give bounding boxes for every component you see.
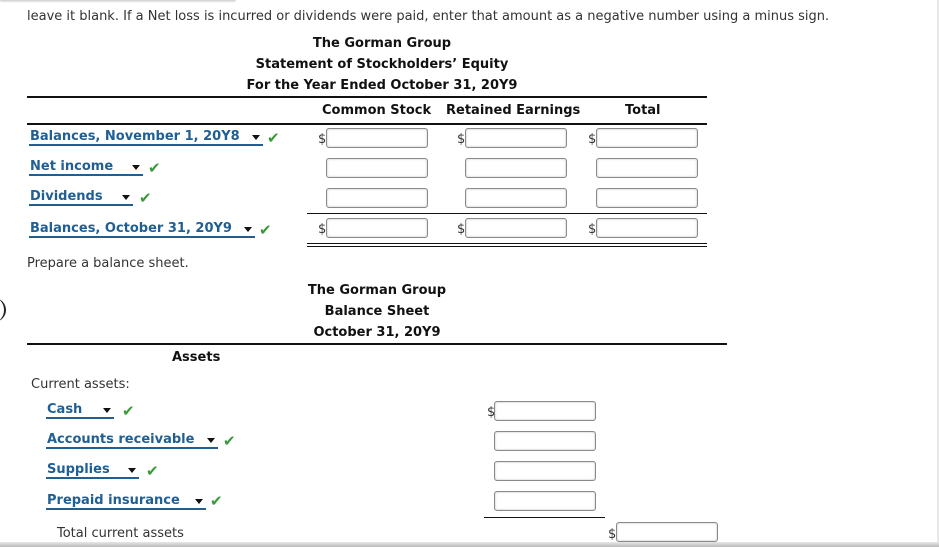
total-beginning-input[interactable]: [596, 128, 698, 148]
col-header-retained-earnings: Retained Earnings: [446, 103, 581, 118]
balance-sheet-header-rule: [27, 343, 727, 345]
left-edge-bracket: [0, 298, 6, 322]
check-icon: ✔: [223, 432, 236, 450]
common-stock-ending-input[interactable]: [326, 218, 428, 238]
retained-earnings-beginning-input[interactable]: [465, 128, 567, 148]
chevron-down-icon: [132, 165, 140, 170]
check-icon: ✔: [148, 159, 161, 177]
header-rule-bottom: [27, 123, 707, 125]
chevron-down-icon: [195, 499, 203, 504]
row-select-label: Balances, November 1, 20Y8: [30, 129, 240, 144]
asset-select-label: Supplies: [47, 462, 110, 477]
balance-sheet-title: Balance Sheet: [324, 304, 430, 319]
equity-statement-title: Statement of Stockholders’ Equity: [255, 57, 509, 72]
total-ending-input[interactable]: [596, 218, 698, 238]
asset-select-cash[interactable]: Cash: [46, 402, 114, 419]
asset-select-label: Prepaid insurance: [47, 493, 180, 508]
check-icon: ✔: [139, 189, 152, 207]
chevron-down-icon: [244, 227, 252, 232]
asset-select-supplies[interactable]: Supplies: [46, 462, 139, 479]
total-net-income-input[interactable]: [596, 158, 698, 178]
retained-earnings-dividends-input[interactable]: [465, 188, 567, 208]
total-dividends-input[interactable]: [596, 188, 698, 208]
balance-sheet-company-name: The Gorman Group: [307, 283, 447, 298]
check-icon: ✔: [259, 221, 272, 239]
common-stock-dividends-input[interactable]: [326, 188, 428, 208]
asset-select-label: Accounts receivable: [47, 432, 195, 447]
chevron-down-icon: [128, 468, 136, 473]
asset-select-label: Cash: [47, 402, 83, 417]
subtotal-rule: [307, 213, 707, 214]
col-header-common-stock: Common Stock: [322, 103, 432, 118]
asset-select-prepaid-insurance[interactable]: Prepaid insurance: [46, 493, 206, 510]
check-icon: ✔: [146, 462, 159, 480]
instructions-text: leave it blank. If a Net loss is incurre…: [27, 9, 830, 24]
chevron-down-icon: [207, 438, 215, 443]
balance-sheet-prompt: Prepare a balance sheet.: [27, 256, 189, 271]
row-select-label: Dividends: [30, 189, 103, 204]
row-select-label: Balances, October 31, 20Y9: [30, 221, 232, 236]
retained-earnings-ending-input[interactable]: [465, 218, 567, 238]
check-icon: ✔: [122, 402, 135, 420]
header-rule-top: [27, 96, 707, 98]
asset-select-accounts-receivable[interactable]: Accounts receivable: [46, 432, 218, 449]
double-rule-bottom: [307, 246, 707, 247]
check-icon: ✔: [210, 492, 223, 510]
accounts-receivable-input[interactable]: [494, 431, 596, 451]
double-rule-top: [307, 243, 707, 244]
cash-input[interactable]: [494, 401, 596, 421]
retained-earnings-net-income-input[interactable]: [465, 158, 567, 178]
bottom-scroll-edge: [0, 542, 939, 547]
common-stock-beginning-input[interactable]: [326, 128, 428, 148]
chevron-down-icon: [252, 135, 260, 140]
equity-company-name: The Gorman Group: [312, 36, 452, 51]
row-select-ending-balance[interactable]: Balances, October 31, 20Y9: [29, 221, 255, 238]
prepaid-insurance-input[interactable]: [494, 491, 596, 511]
check-icon: ✔: [267, 129, 280, 147]
equity-statement-period: For the Year Ended October 31, 20Y9: [246, 78, 518, 93]
total-current-assets-input[interactable]: [616, 522, 718, 542]
row-select-label: Net income: [30, 159, 114, 174]
total-current-assets-rule: [484, 517, 605, 518]
balance-sheet-date: October 31, 20Y9: [313, 325, 441, 340]
row-select-dividends[interactable]: Dividends: [29, 189, 133, 206]
assets-header: Assets: [172, 350, 221, 365]
current-assets-label: Current assets:: [31, 377, 130, 392]
row-select-net-income[interactable]: Net income: [29, 159, 143, 176]
top-overlay-shadow: [0, 0, 236, 3]
common-stock-net-income-input[interactable]: [326, 158, 428, 178]
col-header-total: Total: [625, 103, 661, 118]
row-select-beginning-balance[interactable]: Balances, November 1, 20Y8: [29, 129, 263, 146]
supplies-input[interactable]: [494, 461, 596, 481]
total-current-assets-label: Total current assets: [57, 526, 184, 541]
chevron-down-icon: [103, 408, 111, 413]
chevron-down-icon: [122, 195, 130, 200]
